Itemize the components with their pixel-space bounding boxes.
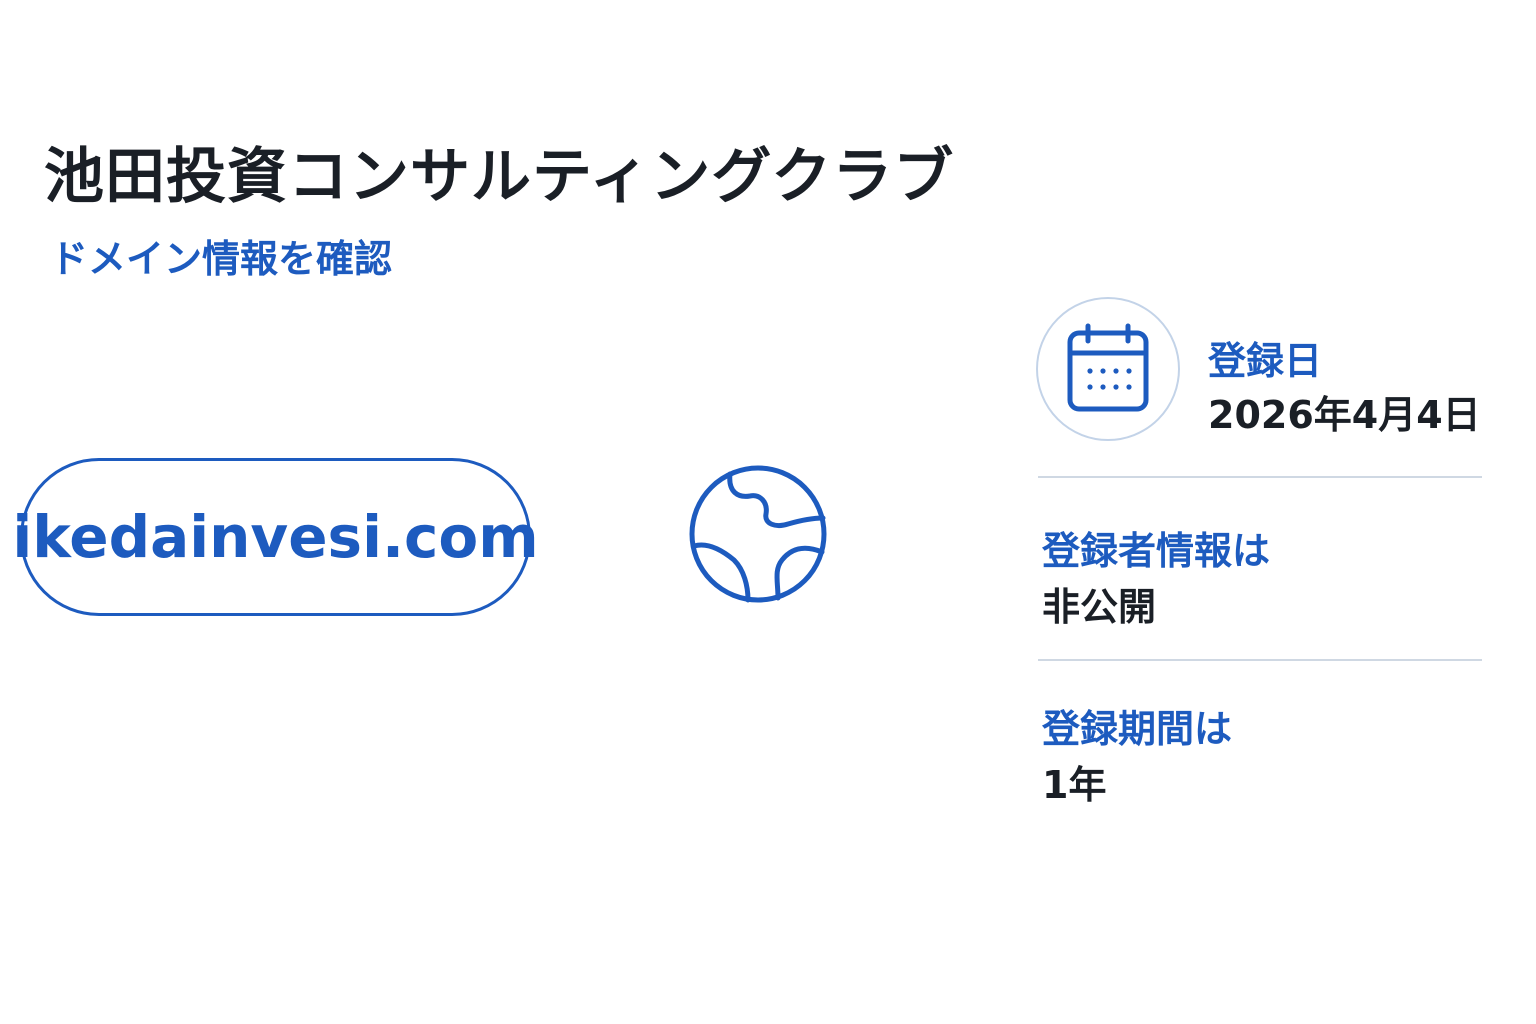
domain-info-page: 池田投資コンサルティングクラブ ドメイン情報を確認 ikedainvesi.co… xyxy=(0,0,1536,1024)
divider xyxy=(1038,476,1482,478)
globe-icon xyxy=(689,465,827,603)
registrant-label: 登録者情報は xyxy=(1042,529,1271,573)
divider xyxy=(1038,659,1482,661)
registrant-value: 非公開 xyxy=(1042,585,1157,629)
domain-name: ikedainvesi.com xyxy=(12,503,539,571)
registration-date-label: 登録日 xyxy=(1208,339,1323,383)
registration-period-label: 登録期間は xyxy=(1042,707,1233,751)
calendar-icon xyxy=(1067,323,1149,412)
page-title: 池田投資コンサルティングクラブ xyxy=(44,142,955,212)
registration-date-value: 2026年4月4日 xyxy=(1208,393,1481,437)
check-domain-info-link[interactable]: ドメイン情報を確認 xyxy=(50,228,392,283)
registration-period-value: 1年 xyxy=(1042,763,1107,807)
calendar-icon-badge xyxy=(1036,297,1180,441)
domain-name-pill[interactable]: ikedainvesi.com xyxy=(12,458,539,616)
